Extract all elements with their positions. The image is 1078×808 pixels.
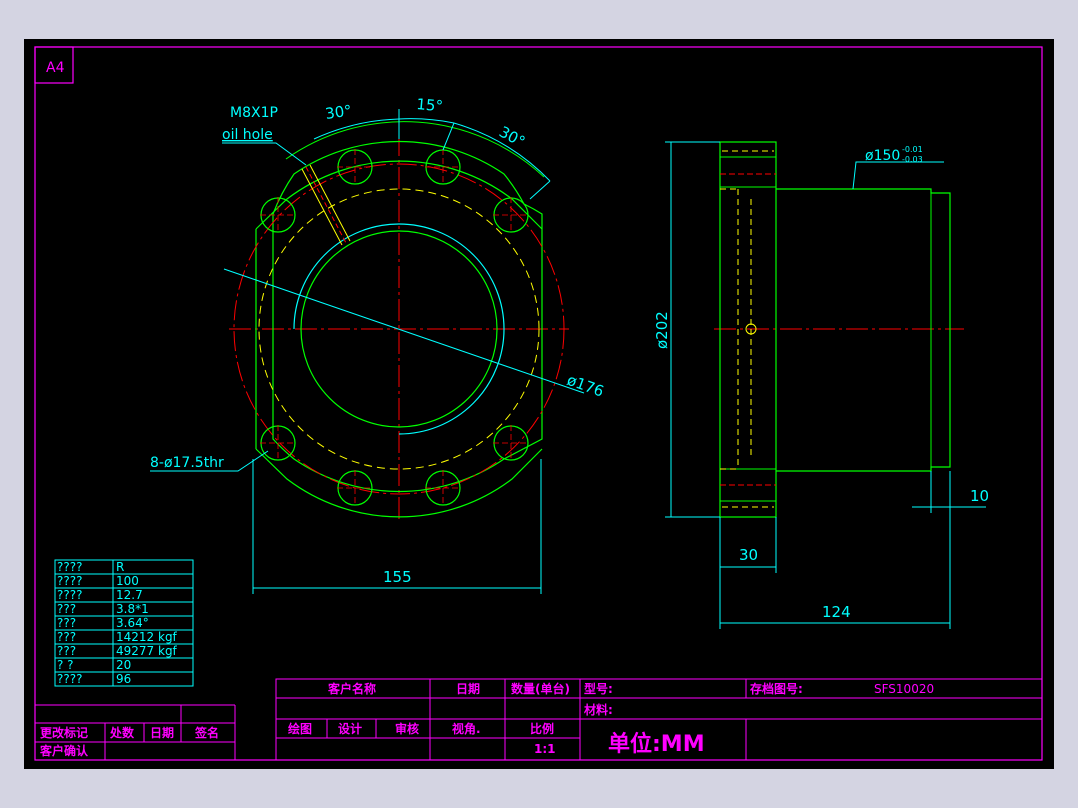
- spec-value: 14212 kgf: [116, 630, 178, 644]
- shaft-tol-upper: -0.01: [902, 145, 923, 154]
- tb-qty: 数量(单台): [511, 681, 570, 696]
- spec-value: 12.7: [116, 588, 143, 602]
- rev-change-mark: 更改标记: [40, 725, 88, 740]
- spec-value: 20: [116, 658, 131, 672]
- spec-key: ????: [57, 588, 82, 602]
- oil-hole-label: oil hole: [222, 127, 273, 143]
- spec-key: ? ?: [57, 658, 74, 672]
- side-shaft: [776, 188, 951, 472]
- spec-value: 3.8*1: [116, 602, 149, 616]
- spec-key: ???: [57, 630, 76, 644]
- tb-view: 视角.: [452, 721, 481, 736]
- rev-date: 日期: [150, 725, 174, 740]
- width-label: 155: [383, 568, 412, 586]
- thread-label: M8X1P: [230, 105, 278, 121]
- spec-key: ???: [57, 616, 76, 630]
- angle-right-label: 30°: [496, 123, 528, 151]
- spec-key: ???: [57, 602, 76, 616]
- spec-value: 100: [116, 574, 139, 588]
- tb-unit: 单位:MM: [608, 731, 705, 757]
- tb-archive-no: SFS10020: [874, 682, 934, 696]
- tb-drawn: 绘图: [288, 721, 312, 736]
- front-view: 30° 15° 30° M8X1P oil hole ø176 8-ø17.5t…: [150, 95, 606, 594]
- angle-mid-label: 15°: [416, 95, 444, 115]
- rev-count: 处数: [109, 725, 135, 740]
- tb-material: 材料:: [583, 702, 613, 717]
- lip-label: 10: [970, 487, 989, 505]
- flange-outline: [272, 140, 543, 493]
- rev-customer-confirm: 客户确认: [39, 743, 89, 758]
- tb-archive: 存档图号:: [749, 681, 803, 696]
- rev-sign: 签名: [194, 725, 219, 740]
- sheet-size-label: A4: [46, 60, 65, 76]
- cad-drawing: A4 30° 15° 30° M8X1P oil hole ø176 8-ø17…: [34, 46, 1043, 761]
- tb-customer-name: 客户名称: [327, 681, 376, 696]
- spec-table: ???? R???? 100???? 12.7 ??? 3.8*1 ??? 3.64° ?…: [54, 559, 194, 687]
- spec-key: ????: [57, 672, 82, 686]
- spec-value: 96: [116, 672, 131, 686]
- spec-key: ????: [57, 574, 82, 588]
- oil-hole: [301, 164, 351, 246]
- tb-check: 审核: [395, 721, 419, 736]
- spec-key: ???: [57, 644, 76, 658]
- holes-label: 8-ø17.5thr: [150, 455, 224, 471]
- side-view: ø202 ø150 -0.01 -0.03 30 124 10: [653, 141, 989, 629]
- shaft-tol-lower: -0.03: [902, 155, 923, 164]
- spec-value: 49277 kgf: [116, 644, 178, 658]
- pcd-label: ø176: [565, 371, 607, 401]
- spec-value: R: [116, 560, 124, 574]
- spec-key: ????: [57, 560, 82, 574]
- tb-model: 型号:: [584, 681, 613, 696]
- flange-thickness-label: 30: [739, 546, 758, 564]
- spec-value: 3.64°: [116, 616, 149, 630]
- tb-date: 日期: [456, 681, 480, 696]
- tb-scale: 比例: [530, 721, 554, 736]
- angle-left-label: 30°: [324, 101, 353, 123]
- length-label: 124: [822, 603, 851, 621]
- tb-scale-value: 1:1: [534, 742, 556, 756]
- tb-design: 设计: [338, 721, 362, 736]
- drawing-canvas: A4 30° 15° 30° M8X1P oil hole ø176 8-ø17…: [24, 39, 1054, 769]
- dia-202-label: ø202: [653, 311, 671, 349]
- shaft-dia-label: ø150: [865, 148, 900, 164]
